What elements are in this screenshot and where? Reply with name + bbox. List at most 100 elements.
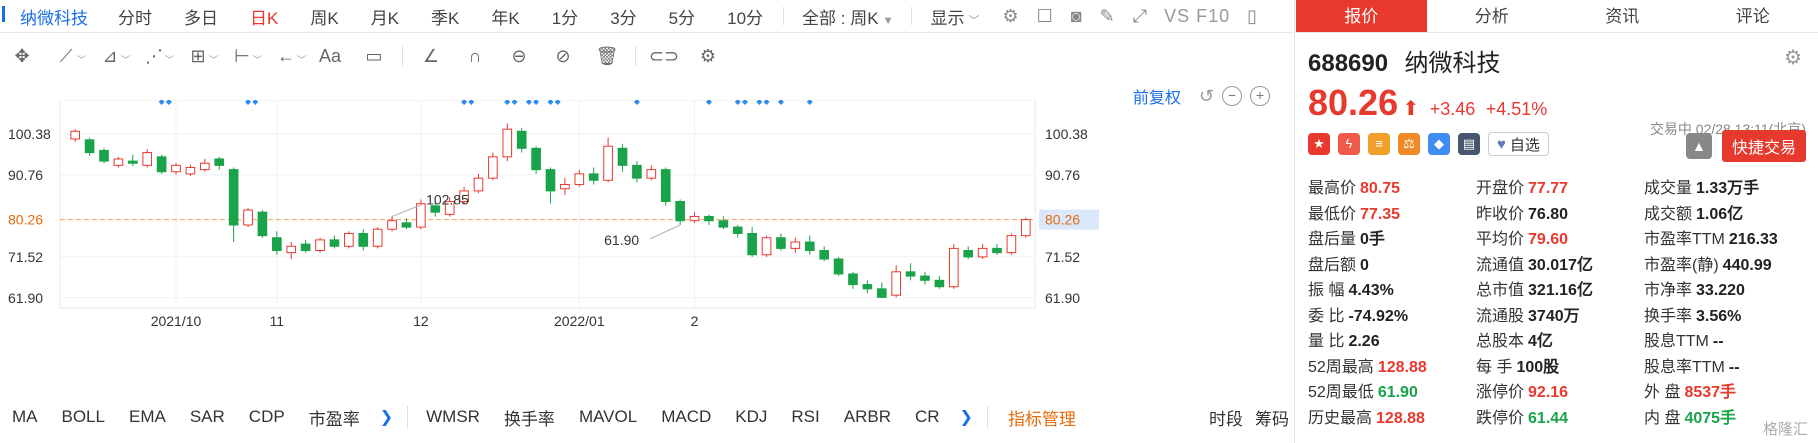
divider bbox=[402, 46, 403, 66]
chip-distribution-button[interactable]: 筹码 bbox=[1249, 405, 1295, 430]
indicator-boll[interactable]: BOLL bbox=[50, 407, 117, 427]
panel-toggle-icon[interactable]: ▯ bbox=[1238, 6, 1266, 27]
move-cross-icon[interactable]: ✥ bbox=[0, 46, 44, 67]
indicator-mavol[interactable]: MAVOL bbox=[567, 407, 649, 427]
indicator-arbr[interactable]: ARBR bbox=[832, 407, 903, 427]
fibonacci-icon[interactable]: ⊞ ﹀ bbox=[176, 46, 220, 67]
indicator-rsi[interactable]: RSI bbox=[779, 407, 831, 427]
indicator-pe[interactable]: 市盈率 bbox=[297, 405, 372, 430]
stat-label: 总市值 bbox=[1476, 282, 1525, 299]
candle-body bbox=[545, 169, 556, 192]
y-tick-label-right: 80.26 bbox=[1045, 212, 1080, 228]
plot-frame bbox=[59, 100, 1036, 309]
tab-news[interactable]: 资讯 bbox=[1557, 0, 1688, 32]
database-icon[interactable]: ≡ bbox=[1368, 133, 1390, 155]
arrow-left-icon[interactable]: ← ﹀ bbox=[264, 46, 308, 67]
candle-body bbox=[776, 237, 786, 249]
tab-quote[interactable]: 报价 bbox=[1296, 0, 1427, 32]
candle-body bbox=[761, 237, 772, 256]
period-fenshi[interactable]: 分时 bbox=[102, 4, 168, 29]
quote-settings-gear-icon[interactable]: ⚙ bbox=[1784, 45, 1802, 70]
stat-label: 外 盘 bbox=[1644, 384, 1681, 401]
period-10min[interactable]: 10分 bbox=[711, 4, 779, 29]
polyline-icon[interactable]: ⊿ ﹀ bbox=[88, 46, 132, 67]
stat-label: 市盈率TTM bbox=[1644, 231, 1725, 248]
bell-icon[interactable]: ▲ bbox=[1685, 133, 1712, 159]
settings-gear-icon[interactable]: ⚙ bbox=[993, 6, 1027, 27]
chevron-right-icon[interactable]: ❯ bbox=[372, 407, 401, 427]
add-watchlist-button[interactable]: ♥ 自选 bbox=[1488, 132, 1549, 156]
candle-body bbox=[99, 149, 109, 162]
period-multiday[interactable]: 多日 bbox=[168, 4, 234, 29]
fast-trade-button[interactable]: 快捷交易 bbox=[1721, 130, 1806, 162]
stat-value: 61.44 bbox=[1528, 409, 1569, 427]
period-5min[interactable]: 5分 bbox=[653, 4, 711, 29]
event-marker-diamond bbox=[461, 100, 468, 105]
chevron-right-icon[interactable]: ❯ bbox=[952, 407, 981, 427]
indicator-kdj[interactable]: KDJ bbox=[723, 407, 779, 427]
candle-body bbox=[675, 201, 685, 222]
tag-icon[interactable]: ◆ bbox=[1428, 133, 1450, 155]
indicator-turnover[interactable]: 换手率 bbox=[492, 405, 567, 430]
bookmark-icon[interactable]: ▤ bbox=[1458, 133, 1480, 155]
tab-comments[interactable]: 评论 bbox=[1688, 0, 1818, 32]
period-quarterly-k[interactable]: 季K bbox=[415, 4, 475, 29]
candle-body bbox=[588, 173, 599, 181]
stat-cell: 每 手 100股 bbox=[1476, 355, 1644, 381]
candle-body bbox=[948, 247, 959, 288]
fullscreen-icon[interactable]: ⤢ bbox=[1124, 6, 1156, 27]
period-1min[interactable]: 1分 bbox=[536, 4, 594, 29]
chart-style-square-icon[interactable]: ☐ bbox=[1028, 6, 1062, 27]
indicator-ma[interactable]: MA bbox=[0, 407, 50, 427]
indicator-wmsr[interactable]: WMSR bbox=[414, 407, 492, 427]
range-dropdown[interactable]: 全部 : 周K ▼ bbox=[788, 4, 907, 29]
stat-value: 0手 bbox=[1360, 231, 1385, 248]
indicator-sar[interactable]: SAR bbox=[178, 407, 237, 427]
pencil-icon[interactable]: ✎ bbox=[1091, 6, 1124, 27]
display-dropdown[interactable]: 显示 ﹀ bbox=[916, 4, 993, 29]
trash-icon[interactable]: 🗑 bbox=[585, 46, 629, 67]
wave-icon[interactable]: ⋰ ﹀ bbox=[132, 46, 176, 67]
period-3min[interactable]: 3分 bbox=[594, 4, 652, 29]
candle-body bbox=[300, 243, 311, 252]
period-weekly-k[interactable]: 周K bbox=[294, 4, 354, 29]
period-yearly-k[interactable]: 年K bbox=[475, 4, 535, 29]
vs-f10-button[interactable]: VS F10 bbox=[1156, 6, 1238, 27]
event-marker-diamond bbox=[554, 100, 561, 105]
hide-icon[interactable]: ⊘ bbox=[541, 46, 585, 67]
stat-value: 79.60 bbox=[1528, 231, 1569, 248]
text-tool-icon[interactable]: Aa bbox=[308, 46, 352, 67]
lock-icon[interactable]: ⊖ bbox=[497, 46, 541, 67]
lightning-icon[interactable]: ϟ bbox=[1338, 133, 1360, 155]
period-monthly-k[interactable]: 月K bbox=[355, 4, 415, 29]
indicator-cr[interactable]: CR bbox=[903, 407, 952, 427]
link-icon[interactable]: ⊂⊃ bbox=[642, 46, 686, 67]
stock-name-tab[interactable]: 纳微科技 bbox=[0, 4, 102, 29]
stat-value: 30.017亿 bbox=[1528, 256, 1593, 274]
indicator-manager-button[interactable]: 指标管理 bbox=[994, 405, 1090, 430]
tab-analysis[interactable]: 分析 bbox=[1427, 0, 1558, 32]
stat-label: 股息TTM bbox=[1644, 333, 1709, 350]
indicator-macd[interactable]: MACD bbox=[649, 407, 723, 427]
line-segment-icon[interactable]: ⟋ ﹀ bbox=[44, 46, 88, 67]
stat-cell: 盘后量 0手 bbox=[1308, 227, 1476, 253]
comment-icon[interactable]: ▭ bbox=[352, 46, 396, 67]
divider bbox=[986, 406, 988, 428]
time-range-button[interactable]: 时段 bbox=[1203, 405, 1249, 430]
candle-body bbox=[934, 279, 945, 288]
camera-icon[interactable]: ◙ bbox=[1062, 6, 1091, 27]
magnet-icon[interactable]: ∩ bbox=[453, 46, 497, 67]
draw-settings-gear-icon[interactable]: ⚙ bbox=[686, 46, 730, 67]
measure-icon[interactable]: ⊢ ﹀ bbox=[220, 46, 264, 67]
stat-cell: 市盈率(静) 440.99 bbox=[1644, 253, 1808, 279]
scale-icon[interactable]: ⚖ bbox=[1398, 133, 1420, 155]
quote-tabs: 报价 分析 资讯 评论 bbox=[1296, 0, 1818, 33]
candle-body bbox=[1020, 219, 1031, 237]
kline-chart[interactable]: 100.38 100.38 90.76 90.76 80.26 80.26 71.52 71.… bbox=[0, 100, 1295, 390]
angle-icon[interactable]: ∠ bbox=[409, 46, 453, 67]
period-daily-k[interactable]: 日K bbox=[234, 4, 294, 29]
indicator-ema[interactable]: EMA bbox=[117, 407, 178, 427]
indicator-cdp[interactable]: CDP bbox=[237, 407, 297, 427]
chart-panel: 纳微科技 分时 多日 日K 周K 月K 季K 年K 1分 3分 5分 10分 全… bbox=[0, 0, 1295, 443]
stat-value: 2.26 bbox=[1348, 333, 1380, 350]
